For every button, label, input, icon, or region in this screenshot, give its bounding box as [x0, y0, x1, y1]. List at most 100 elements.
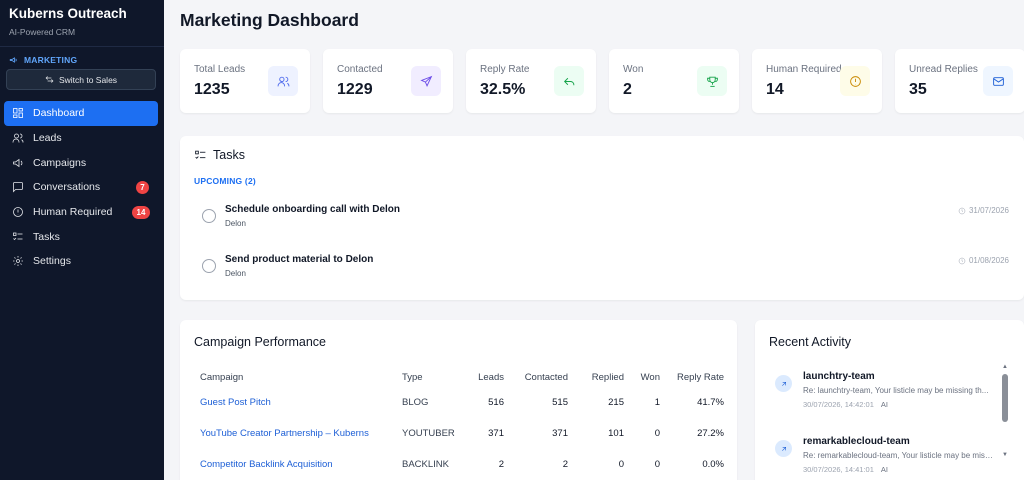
sidebar: Kuberns Outreach AI-Powered CRM MARKETIN… — [0, 0, 164, 480]
activity-icon-box — [775, 440, 792, 457]
scroll-thumb[interactable] — [1002, 374, 1008, 422]
activity-description: Re: remarkablecloud-team, Your listicle … — [803, 451, 993, 460]
task-due-date: 01/08/2026 — [958, 256, 1009, 265]
campaign-reply-rate: 0.0% — [702, 459, 724, 470]
campaign-replied: 215 — [608, 397, 624, 408]
sidebar-item-label: Campaigns — [33, 156, 87, 169]
campaign-type: YOUTUBER — [402, 428, 455, 439]
switch-to-sales-button[interactable]: Switch to Sales — [6, 69, 156, 90]
table-header-row: Campaign Type Leads Contacted Replied Wo… — [194, 367, 724, 387]
campaign-won: 0 — [654, 459, 660, 470]
stat-card-total-leads: Total Leads 1235 — [180, 49, 310, 113]
sidebar-item-label: Conversations — [33, 181, 101, 194]
sidebar-item-label: Human Required — [33, 206, 113, 219]
recent-activity-title: Recent Activity — [769, 335, 851, 349]
column-header-contacted: Contacted — [524, 371, 568, 383]
scroll-down-arrow-icon[interactable]: ▼ — [1002, 452, 1008, 458]
recent-activity-card: Recent Activity launchtry-team Re: launc… — [755, 320, 1024, 480]
campaign-leads: 516 — [488, 397, 504, 408]
campaign-replied: 0 — [618, 459, 624, 470]
column-header-reply-rate: Reply Rate — [677, 371, 724, 383]
task-item[interactable]: Send product material to Delon Delon 01/… — [194, 254, 1009, 284]
megaphone-icon — [9, 57, 17, 63]
sidebar-item-campaigns[interactable]: Campaigns — [4, 150, 158, 175]
brand-title: Kuberns Outreach — [9, 6, 127, 21]
task-date-text: 01/08/2026 — [968, 256, 1009, 265]
stat-label: Unread Replies — [909, 64, 978, 75]
sidebar-item-settings[interactable]: Settings — [4, 249, 158, 274]
task-checkbox[interactable] — [202, 209, 216, 223]
activity-meta: 30/07/2026, 14:41:01 AI — [803, 465, 888, 474]
campaign-table: Campaign Type Leads Contacted Replied Wo… — [194, 367, 724, 480]
activity-lead-name: remarkablecloud-team — [803, 436, 910, 447]
stat-value: 1235 — [194, 81, 230, 98]
scroll-up-arrow-icon[interactable]: ▲ — [1002, 364, 1008, 370]
sidebar-item-label: Tasks — [33, 230, 60, 243]
campaign-won: 1 — [654, 397, 660, 408]
campaign-reply-rate: 27.2% — [697, 428, 724, 439]
campaign-replied: 101 — [608, 428, 624, 439]
human-required-count-badge: 14 — [132, 205, 150, 219]
clock-icon — [958, 207, 966, 214]
activity-timestamp: 30/07/2026, 14:42:01 — [803, 400, 874, 409]
stat-label: Reply Rate — [480, 64, 530, 75]
switch-to-sales-label: Switch to Sales — [58, 74, 118, 85]
task-title: Send product material to Delon — [225, 254, 374, 265]
stat-label: Total Leads — [194, 64, 246, 75]
upcoming-label: UPCOMING (2) — [194, 176, 256, 186]
conversations-count-badge: 7 — [136, 181, 149, 195]
tasks-icon — [13, 232, 23, 240]
activity-ai-tag: AI — [880, 465, 888, 474]
tasks-title: Tasks — [213, 148, 245, 162]
stat-icon-box — [411, 66, 441, 96]
campaign-name-link[interactable]: YouTube Creator Partnership – Kuberns — [194, 418, 402, 449]
stat-card-unread-replies: Unread Replies 35 — [895, 49, 1024, 113]
task-checkbox[interactable] — [202, 259, 216, 273]
campaign-contacted: 371 — [552, 428, 568, 439]
column-header-leads: Leads — [478, 371, 504, 383]
trophy-icon — [706, 76, 718, 87]
task-item[interactable]: Schedule onboarding call with Delon Delo… — [194, 204, 1009, 234]
sidebar-nav: Dashboard Leads Campaigns Conversations … — [4, 101, 158, 274]
stat-icon-box — [983, 66, 1013, 96]
table-row: YouTube Creator Partnership – Kuberns YO… — [194, 418, 724, 449]
stat-card-won: Won 2 — [609, 49, 739, 113]
stat-icon-box — [554, 66, 584, 96]
tasks-card: Tasks UPCOMING (2) Schedule onboarding c… — [180, 136, 1024, 300]
sidebar-item-human-required[interactable]: Human Required 14 — [4, 200, 158, 225]
users-icon — [277, 76, 289, 86]
brand: Kuberns Outreach AI-Powered CRM — [0, 0, 164, 47]
tasks-icon — [195, 150, 206, 159]
task-lead-name: Delon — [225, 219, 246, 228]
send-icon — [419, 75, 432, 87]
alert-icon — [13, 207, 23, 217]
sidebar-item-tasks[interactable]: Tasks — [4, 224, 158, 249]
sidebar-item-dashboard[interactable]: Dashboard — [4, 101, 158, 126]
campaign-name-link[interactable]: Competitor Backlink Acquisition — [194, 449, 402, 480]
campaign-performance-title: Campaign Performance — [194, 335, 327, 349]
sidebar-item-leads[interactable]: Leads — [4, 126, 158, 151]
campaign-name-link[interactable]: Guest Post Pitch — [194, 387, 402, 418]
arrow-up-right-icon — [781, 381, 786, 386]
brand-subtitle: AI-Powered CRM — [9, 27, 76, 37]
stat-icon-box — [268, 66, 298, 96]
campaign-leads: 2 — [498, 459, 504, 470]
campaign-won: 0 — [654, 428, 660, 439]
table-row: Guest Post Pitch BLOG 516 515 215 1 41.7… — [194, 387, 724, 418]
megaphone-icon — [13, 158, 23, 167]
activity-scrollbar[interactable]: ▲ ▼ — [1002, 364, 1008, 480]
stat-label: Won — [623, 64, 644, 75]
stat-icon-box — [840, 66, 870, 96]
arrow-up-right-icon — [781, 446, 786, 451]
activity-icon-box — [775, 375, 792, 392]
stat-label: Human Required — [766, 64, 842, 75]
activity-timestamp: 30/07/2026, 14:41:01 — [803, 465, 874, 474]
section-label: MARKETING — [9, 55, 77, 65]
sidebar-item-label: Dashboard — [33, 107, 85, 120]
activity-ai-tag: AI — [880, 400, 888, 409]
campaign-reply-rate: 41.7% — [697, 397, 724, 408]
campaign-leads: 371 — [488, 428, 504, 439]
activity-lead-name: launchtry-team — [803, 371, 875, 382]
column-header-campaign: Campaign — [200, 371, 244, 383]
sidebar-item-conversations[interactable]: Conversations 7 — [4, 175, 158, 200]
